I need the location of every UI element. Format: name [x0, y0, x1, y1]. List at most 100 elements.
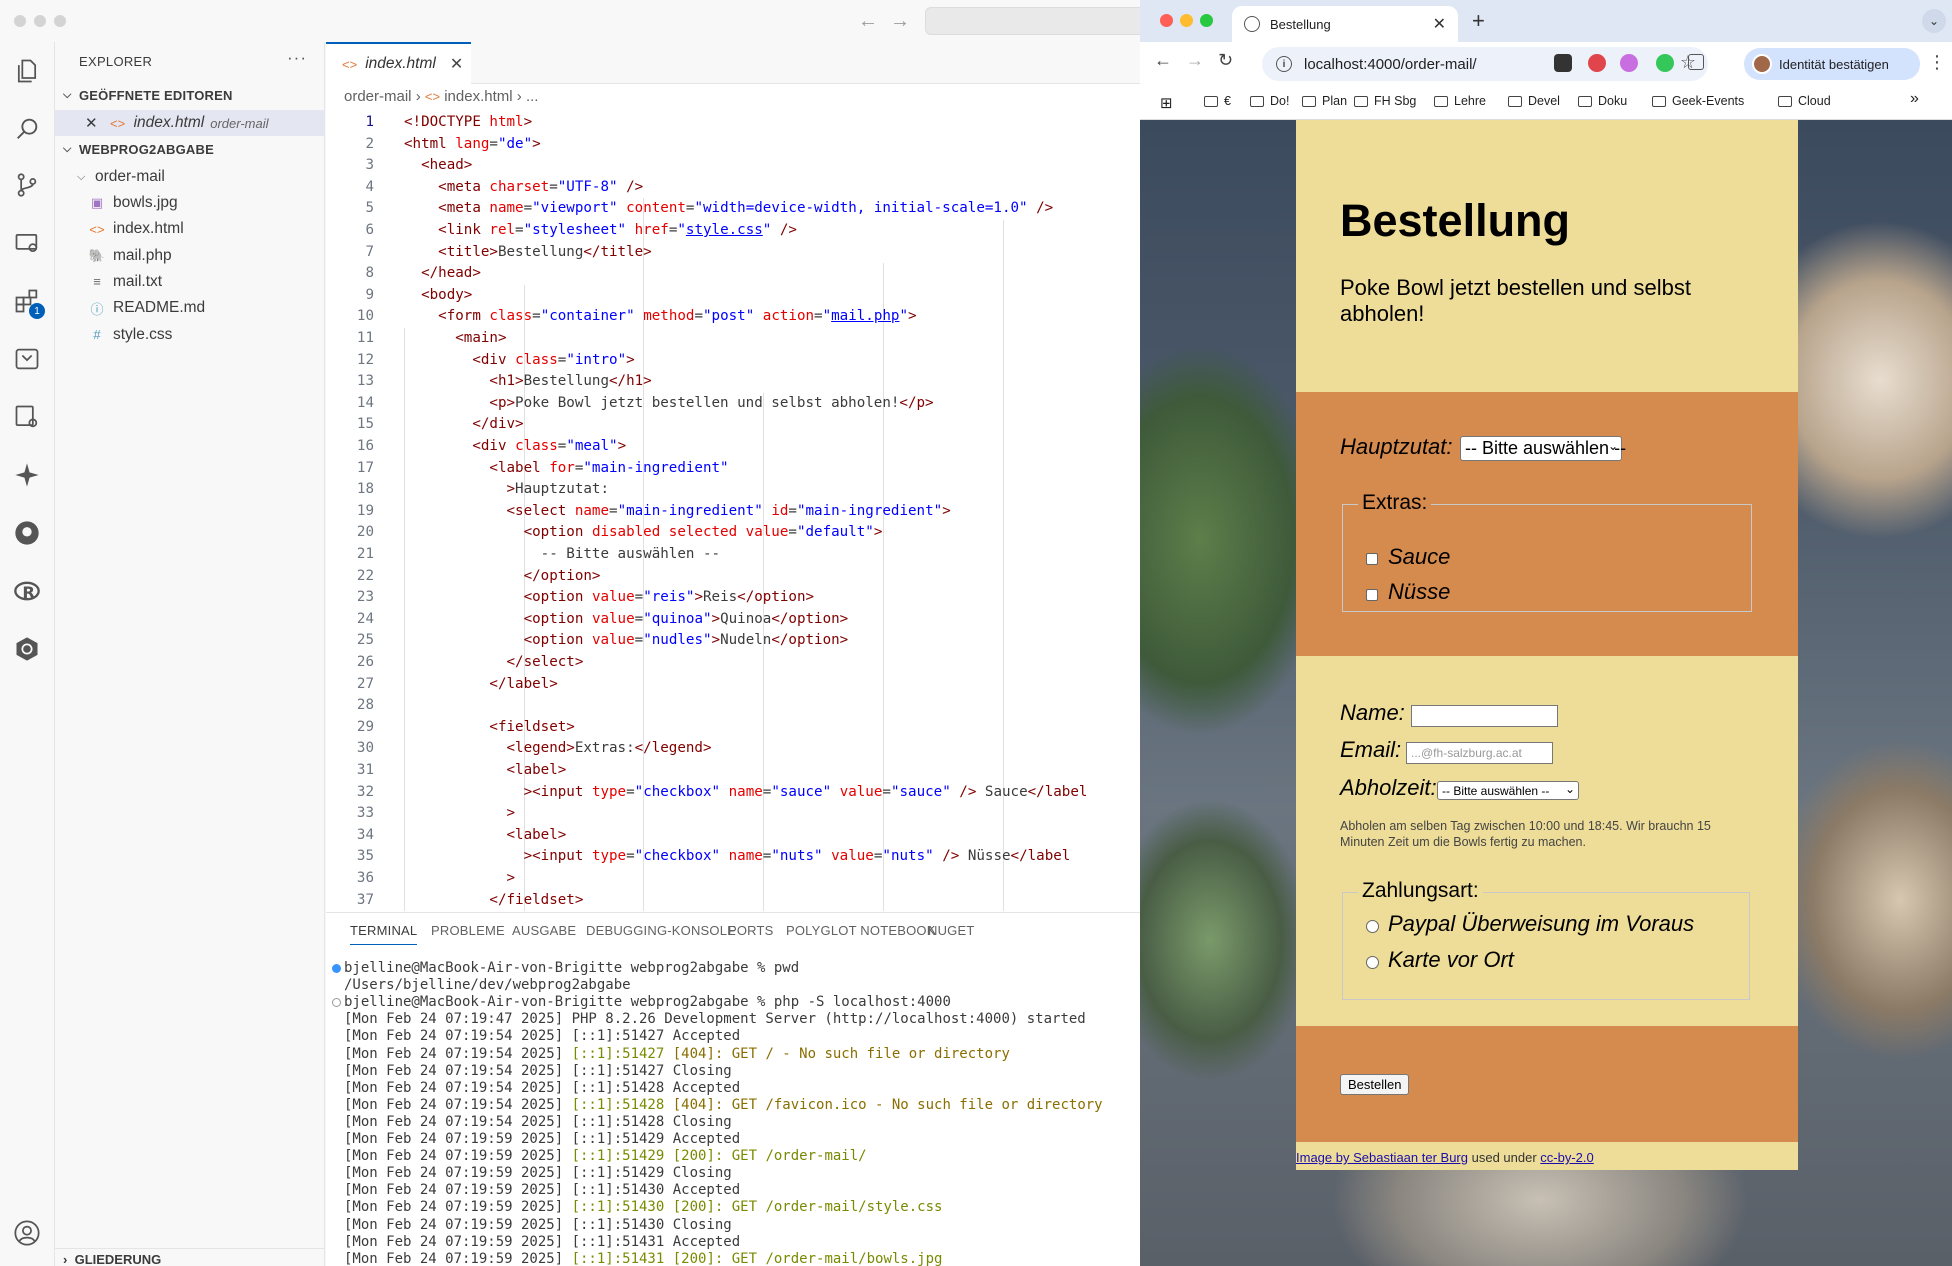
breadcrumb-symbol[interactable]: ... — [526, 88, 539, 105]
back-arrow-icon[interactable]: ← — [858, 10, 890, 32]
file-item[interactable]: <> index.html — [55, 216, 324, 242]
code-token: <div — [472, 438, 516, 454]
close-icon[interactable]: ✕ — [450, 54, 463, 74]
panel-tab-debugging-konsole[interactable]: DEBUGGING-KONSOLE — [586, 923, 736, 938]
bookmark-folder[interactable]: Cloud — [1778, 94, 1831, 108]
line-number: 25 — [356, 632, 374, 649]
order-button[interactable]: Bestellen — [1340, 1074, 1410, 1095]
code-token: "reis" — [643, 589, 695, 606]
bookmark-folder[interactable]: Doku — [1578, 94, 1627, 108]
close-icon[interactable]: ✕ — [1433, 14, 1446, 34]
close-window-button[interactable] — [1160, 14, 1173, 27]
breadcrumb-folder[interactable]: order-mail — [344, 88, 412, 105]
minimize-window-button[interactable] — [34, 15, 46, 27]
name-input[interactable] — [1411, 705, 1558, 727]
panel-tab-ausgabe[interactable]: AUSGABE — [512, 923, 576, 938]
main-ingredient-select[interactable]: -- Bitte auswählen -- ⌄ — [1460, 436, 1626, 461]
panel-tab-terminal[interactable]: TERMINAL — [350, 923, 418, 945]
bookmark-folder[interactable]: FH Sbg — [1354, 94, 1416, 108]
pickup-time-select[interactable]: -- Bitte auswählen -- ⌄ — [1437, 781, 1579, 800]
file-item[interactable]: 🐘 mail.php — [55, 243, 324, 269]
panel-tab-nuget[interactable]: NUGET — [928, 923, 975, 938]
sauce-checkbox[interactable] — [1366, 553, 1378, 565]
bookmark-folder[interactable]: Lehre — [1434, 94, 1486, 108]
paypal-radio[interactable] — [1366, 920, 1379, 933]
code-token: > — [506, 870, 516, 886]
run-debug-icon[interactable] — [8, 224, 46, 262]
github-icon[interactable] — [8, 514, 46, 552]
bookmark-folder[interactable]: Geek-Events — [1652, 94, 1744, 108]
image-credit-link[interactable]: Image by Sebastiaan ter Burg — [1296, 1150, 1468, 1165]
remote-explorer-icon[interactable] — [8, 340, 46, 378]
bookmark-folder[interactable]: € — [1204, 94, 1231, 108]
bookmark-folder[interactable]: Plan — [1302, 94, 1347, 108]
file-item[interactable]: # style.css — [55, 322, 324, 348]
browser-tab[interactable]: Bestellung ✕ — [1232, 6, 1458, 42]
maximize-window-button[interactable] — [1200, 14, 1213, 27]
explorer-icon[interactable] — [8, 52, 46, 90]
kubernetes-icon[interactable] — [8, 630, 46, 668]
email-input[interactable]: ...@fh-salzburg.ac.at — [1406, 742, 1553, 764]
site-info-icon[interactable]: i — [1276, 56, 1292, 72]
breadcrumb-file[interactable]: index.html — [444, 88, 512, 105]
address-bar[interactable]: i localhost:4000/order-mail/ ☆ — [1262, 47, 1708, 81]
apps-grid-icon[interactable]: ⊞ — [1160, 94, 1173, 112]
forward-arrow-icon[interactable]: → — [1186, 50, 1204, 71]
tab-index-html[interactable]: <> index.html ✕ — [326, 42, 471, 84]
code-editor[interactable]: 1 <!DOCTYPE html> 2 <html lang="de"> 3 <head… — [326, 112, 1140, 912]
panel-tab-probleme[interactable]: PROBLEME — [431, 923, 505, 938]
extension-icon[interactable] — [1588, 54, 1606, 72]
file-item[interactable]: ⓘ README.md — [55, 295, 324, 321]
card-radio[interactable] — [1366, 956, 1379, 969]
back-arrow-icon[interactable]: ← — [1154, 50, 1172, 71]
extension-icon[interactable] — [1554, 54, 1572, 72]
line-number: 13 — [356, 373, 374, 390]
workspace-section[interactable]: ⌵ WEBPROG2ABGABE — [63, 142, 214, 157]
source-control-icon[interactable] — [8, 166, 46, 204]
file-item[interactable]: ▣ bowls.jpg — [55, 190, 324, 216]
history-navigation[interactable]: ←→ — [858, 10, 922, 33]
nuts-checkbox[interactable] — [1366, 589, 1378, 601]
search-icon[interactable] — [8, 110, 46, 148]
open-editors-section[interactable]: ⌵ GEÖFFNETE EDITOREN — [63, 88, 233, 103]
minimize-window-button[interactable] — [1180, 14, 1193, 27]
copilot-sparkle-icon[interactable] — [8, 456, 46, 494]
new-tab-icon[interactable]: + — [1472, 8, 1485, 34]
license-link[interactable]: cc-by-2.0 — [1540, 1150, 1593, 1165]
html-icon: <> — [424, 89, 441, 104]
maximize-window-button[interactable] — [54, 15, 66, 27]
extension-icon[interactable] — [1620, 54, 1638, 72]
profile-button[interactable]: Identität bestätigen — [1744, 48, 1920, 80]
file-item[interactable]: ≡ mail.txt — [55, 269, 324, 295]
extensions-icon[interactable]: 1 — [8, 282, 46, 320]
code-token: name — [728, 848, 763, 865]
panel-tab-ports[interactable]: PORTS — [728, 923, 774, 938]
extension-icon[interactable] — [1656, 54, 1674, 72]
more-bookmarks-icon[interactable]: » — [1910, 90, 1919, 108]
extensions-puzzle-icon[interactable] — [1688, 54, 1704, 70]
bookmark-folder[interactable]: Devel — [1508, 94, 1560, 108]
tab-search-icon[interactable]: ⌄ — [1922, 9, 1946, 33]
code-token: charset — [489, 178, 550, 195]
r-language-icon[interactable]: R — [8, 572, 46, 610]
more-actions-icon[interactable]: ··· — [287, 48, 307, 68]
close-icon[interactable]: ✕ — [85, 114, 98, 132]
tab-label: index.html — [365, 55, 436, 72]
code-token: = — [788, 524, 797, 541]
reload-icon[interactable]: ↻ — [1218, 50, 1233, 71]
account-icon[interactable] — [8, 1214, 46, 1252]
folder-order-mail[interactable]: ⌵ order-mail — [55, 164, 324, 190]
close-window-button[interactable] — [14, 15, 26, 27]
code-token: "container" — [540, 308, 635, 325]
command-center[interactable] — [925, 7, 1140, 35]
forward-arrow-icon[interactable]: → — [890, 10, 922, 32]
bookmark-folder[interactable]: Do! — [1250, 94, 1289, 108]
outline-section[interactable]: › GLIEDERUNG — [55, 1248, 325, 1266]
panel-tab-polyglot-notebook[interactable]: POLYGLOT NOTEBOOK — [786, 923, 936, 938]
open-editor-item[interactable]: ✕ <> index.html order-mail — [55, 110, 324, 136]
testing-icon[interactable] — [8, 398, 46, 436]
editor-tabs: <> index.html ✕ — [326, 42, 1140, 84]
menu-dots-icon[interactable]: ⋮ — [1928, 52, 1946, 73]
